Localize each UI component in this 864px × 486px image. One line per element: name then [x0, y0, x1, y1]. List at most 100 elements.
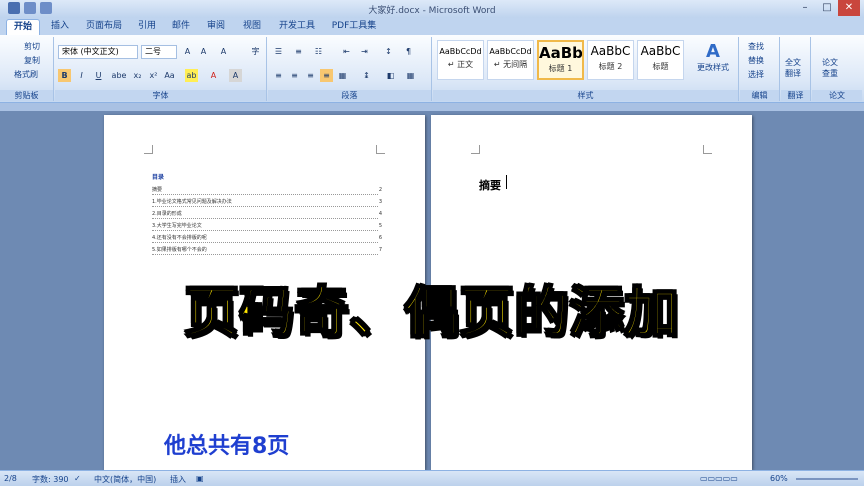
shading-icon[interactable]: ◧ [384, 69, 397, 82]
translate-group-label: 翻译 [781, 90, 810, 101]
clipboard-group: 剪切 复制 格式刷 剪贴板 [0, 37, 54, 101]
plagiarism-check-button[interactable]: 论文 查重 [822, 57, 838, 79]
select-button[interactable]: 选择 [748, 69, 764, 80]
toc-entry-text: 4.还有没有不会排版的呢 [152, 235, 207, 241]
zoom-level[interactable]: 60% [770, 474, 788, 483]
tab-mailings[interactable]: 邮件 [166, 19, 196, 35]
numbering-icon[interactable]: ≡ [292, 45, 305, 58]
bold-button[interactable]: B [58, 69, 71, 82]
tab-view[interactable]: 视图 [236, 19, 268, 35]
margin-corner [471, 145, 480, 154]
align-center-icon[interactable]: ≡ [288, 69, 301, 82]
margin-corner [376, 145, 385, 154]
grow-font-button[interactable]: A [181, 45, 194, 58]
multilevel-icon[interactable]: ☷ [312, 45, 325, 58]
underline-button[interactable]: U [92, 69, 105, 82]
align-right-icon[interactable]: ≡ [304, 69, 317, 82]
tab-developer[interactable]: 开发工具 [272, 19, 322, 35]
toc-entry-page: 3 [378, 199, 382, 205]
toc-entry[interactable]: 摘要 2 [152, 187, 382, 195]
style-name: 标题 1 [548, 64, 573, 73]
find-button[interactable]: 查找 [748, 41, 764, 52]
macro-icon[interactable]: ▣ [196, 474, 204, 483]
toc-entry[interactable]: 5.如果排版有哪个不会的 7 [152, 247, 382, 255]
increase-indent-icon[interactable]: ⇥ [358, 45, 371, 58]
close-button[interactable]: ✕ [838, 0, 860, 16]
font-name-select[interactable]: 宋体 (中文正文) [58, 45, 138, 59]
styles-group: AaBbCcDd ↵ 正文 AaBbCcDd ↵ 无间隔 AaBb 标题 1 AaBb… [433, 37, 739, 101]
toc-entry-page: 4 [378, 211, 382, 217]
font-color-button[interactable]: A [207, 69, 220, 82]
style-heading-1[interactable]: AaBb 标题 1 [537, 40, 584, 80]
justify-icon[interactable]: ≡ [320, 69, 333, 82]
toc-entry[interactable]: 1.毕业论文格式常见问题及解决办法 3 [152, 199, 382, 207]
insert-mode[interactable]: 插入 [170, 474, 186, 485]
toc-entry-text: 3.大学生写完毕业论文 [152, 223, 202, 229]
sort-icon[interactable]: ↕ [382, 45, 395, 58]
clear-format-button[interactable]: A [217, 45, 230, 58]
font-size-select[interactable]: 二号 [141, 45, 177, 59]
toc-entry[interactable]: 3.大学生写完毕业论文 5 [152, 223, 382, 231]
superscript-button[interactable]: x² [147, 69, 160, 82]
maximize-button[interactable]: □ [816, 0, 838, 16]
spellcheck-icon[interactable]: ✓ [74, 474, 81, 483]
overlay-title: 页码奇、偶页的添加 [184, 280, 680, 345]
tab-home[interactable]: 开始 [6, 19, 40, 35]
italic-button[interactable]: I [75, 69, 88, 82]
line-spacing-icon[interactable]: ↨ [360, 69, 373, 82]
language[interactable]: 中文(简体，中国) [94, 474, 156, 485]
replace-button[interactable]: 替换 [748, 55, 764, 66]
format-painter-button[interactable]: 格式刷 [14, 69, 38, 80]
tab-insert[interactable]: 插入 [44, 19, 76, 35]
text-cursor [506, 175, 507, 189]
tab-pdf-tools[interactable]: PDF工具集 [326, 19, 382, 35]
page-count[interactable]: 2/8 [4, 474, 17, 483]
title-bar: 大家好.docx - Microsoft Word – □ ✕ [0, 0, 864, 18]
ruler [0, 103, 864, 111]
ribbon: 剪切 复制 格式刷 剪贴板 宋体 (中文正文) 二号 A A A 字 B I U… [0, 35, 864, 103]
translate-group: 全文 翻译 翻译 [781, 37, 811, 101]
show-marks-icon[interactable]: ¶ [402, 45, 415, 58]
tab-page-layout[interactable]: 页面布局 [80, 19, 128, 35]
toc-title: 目录 [152, 174, 165, 181]
subscript-button[interactable]: x₂ [131, 69, 144, 82]
word-count[interactable]: 字数: 390 [32, 474, 69, 485]
editing-group-label: 编辑 [740, 90, 779, 101]
window-title: 大家好.docx - Microsoft Word [368, 6, 496, 16]
paragraph-group: ☰ ≡ ☷ ⇤ ⇥ ↕ ¶ ≡ ≡ ≡ ≡ ▦ ↨ ◧ ▦ 段落 [268, 37, 432, 101]
bullets-icon[interactable]: ☰ [272, 45, 285, 58]
style-title[interactable]: AaBbC 标题 [637, 40, 684, 80]
highlight-button[interactable]: ab [185, 69, 198, 82]
minimize-button[interactable]: – [794, 0, 816, 16]
style-preview: AaBbCcDd [489, 47, 532, 56]
char-shading-button[interactable]: A [229, 69, 242, 82]
font-group: 宋体 (中文正文) 二号 A A A 字 B I U abe x₂ x² Aa … [55, 37, 267, 101]
margin-corner [144, 145, 153, 154]
cut-button[interactable]: 剪切 [24, 41, 40, 52]
tab-review[interactable]: 审阅 [200, 19, 232, 35]
copy-button[interactable]: 复制 [24, 55, 40, 66]
tab-references[interactable]: 引用 [132, 19, 162, 35]
styles-group-label: 样式 [433, 90, 738, 101]
change-styles-button[interactable]: A 更改样式 [691, 41, 735, 73]
style-heading-2[interactable]: AaBbC 标题 2 [587, 40, 634, 80]
style-name: 标题 2 [598, 62, 623, 71]
toc-entry[interactable]: 2.目录的形成 4 [152, 211, 382, 219]
strikethrough-button[interactable]: abe [111, 69, 127, 82]
enclose-char-button[interactable]: 字 [249, 45, 262, 58]
translate-button[interactable]: 全文 翻译 [785, 57, 801, 79]
align-left-icon[interactable]: ≡ [272, 69, 285, 82]
decrease-indent-icon[interactable]: ⇤ [340, 45, 353, 58]
style-no-spacing[interactable]: AaBbCcDd ↵ 无间隔 [487, 40, 534, 80]
clipboard-group-label: 剪贴板 [0, 90, 53, 101]
view-buttons[interactable]: ▭▭▭▭▭ [700, 474, 738, 483]
distribute-icon[interactable]: ▦ [336, 69, 349, 82]
style-normal[interactable]: AaBbCcDd ↵ 正文 [437, 40, 484, 80]
borders-icon[interactable]: ▦ [404, 69, 417, 82]
zoom-slider[interactable] [796, 478, 858, 480]
font-group-label: 字体 [55, 90, 266, 101]
change-case-button[interactable]: Aa [163, 69, 176, 82]
toc-entry-page: 7 [378, 247, 382, 253]
toc-entry[interactable]: 4.还有没有不会排版的呢 6 [152, 235, 382, 243]
shrink-font-button[interactable]: A [197, 45, 210, 58]
